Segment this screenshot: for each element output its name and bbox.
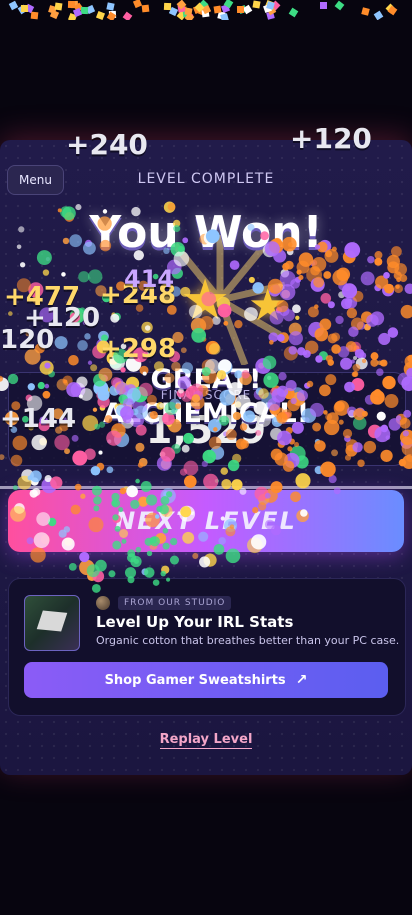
ad-description: Organic cotton that breathes better than… bbox=[96, 634, 400, 647]
studio-avatar bbox=[96, 596, 110, 610]
ad-thumbnail[interactable] bbox=[24, 595, 80, 651]
confetti-piece bbox=[49, 9, 59, 20]
score-popup: 414 bbox=[124, 265, 175, 293]
confetti-piece bbox=[252, 0, 261, 9]
star-2-icon: ★ bbox=[248, 280, 288, 331]
score-popup: 120 bbox=[0, 325, 55, 355]
shop-button-label: Shop Gamer Sweatshirts bbox=[104, 672, 286, 688]
confetti-piece bbox=[122, 11, 133, 20]
ad-title: Level Up Your IRL Stats bbox=[96, 613, 294, 631]
confetti-piece bbox=[219, 13, 229, 20]
rating-line-1: GREAT! bbox=[150, 364, 262, 395]
confetti-piece bbox=[20, 5, 28, 13]
score-popup: +298 bbox=[100, 334, 177, 364]
score-popup: +120 bbox=[290, 122, 372, 155]
divider bbox=[0, 486, 412, 489]
confetti-piece bbox=[334, 1, 345, 11]
replay-level-link[interactable]: Replay Level bbox=[159, 732, 253, 749]
confetti-piece bbox=[163, 2, 172, 11]
studio-tag: FROM OUR STUDIO bbox=[118, 596, 232, 610]
confetti-piece bbox=[320, 1, 328, 9]
star-1-icon: ★ bbox=[180, 268, 231, 333]
shop-sweatshirts-button[interactable]: Shop Gamer Sweatshirts ↗ bbox=[24, 662, 388, 698]
confetti-piece bbox=[289, 7, 299, 18]
arrow-up-right-icon: ↗ bbox=[295, 672, 308, 688]
confetti-piece bbox=[8, 0, 19, 11]
confetti-piece bbox=[213, 5, 222, 14]
confetti-piece bbox=[54, 2, 63, 11]
score-popup: +144 bbox=[0, 404, 77, 434]
confetti-piece bbox=[361, 7, 370, 16]
confetti-piece bbox=[242, 4, 253, 14]
confetti-piece bbox=[184, 7, 193, 16]
win-headline: You Won! bbox=[89, 207, 323, 258]
confetti-piece bbox=[106, 2, 115, 11]
level-complete-label: LEVEL COMPLETE bbox=[137, 171, 275, 187]
confetti-piece bbox=[142, 4, 150, 13]
confetti-piece bbox=[30, 11, 39, 20]
confetti-piece bbox=[95, 11, 105, 20]
confetti-piece bbox=[237, 6, 245, 14]
score-popup: +240 bbox=[66, 128, 148, 161]
confetti-strip bbox=[0, 0, 412, 20]
confetti-piece bbox=[374, 10, 384, 20]
next-level-button[interactable]: NEXT LEVEL bbox=[8, 490, 404, 552]
confetti-piece bbox=[132, 0, 142, 9]
